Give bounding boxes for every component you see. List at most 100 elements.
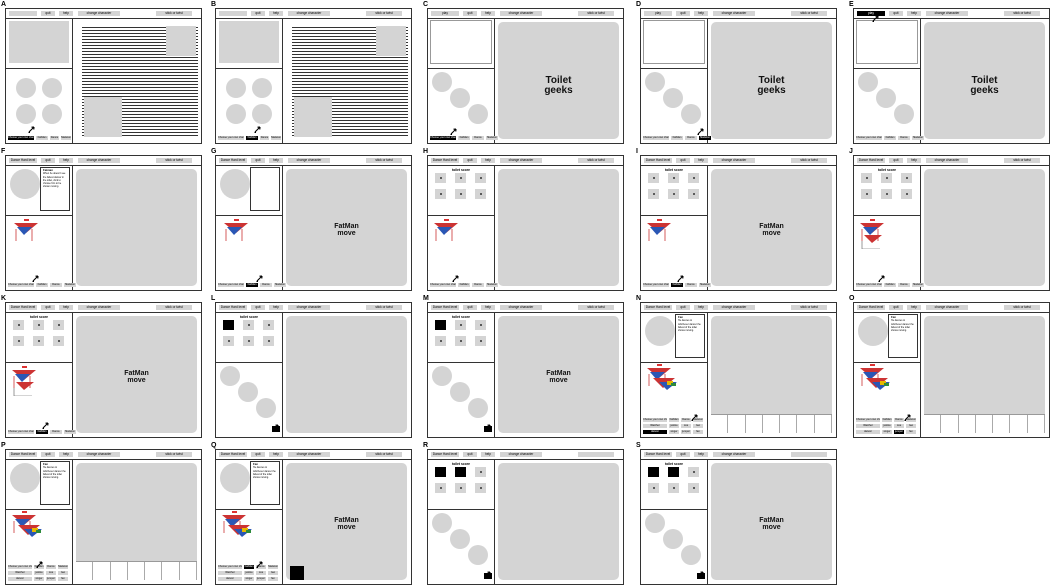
character-option-dance[interactable]: Dance [50, 430, 62, 434]
character-slot[interactable] [924, 415, 942, 433]
quit-button[interactable]: quit [41, 11, 55, 16]
character-option-skeleton[interactable]: Skeleton [486, 283, 498, 287]
change-character-button[interactable]: change character [500, 305, 542, 310]
character-option-choose-your-own-character[interactable]: Choose your own character [643, 283, 669, 287]
change-character-button[interactable]: change character [713, 11, 755, 16]
character-option-choose-your-own-character[interactable]: Choose your own character [8, 430, 34, 434]
stick-or-twist-button[interactable]: stick or twist [578, 158, 614, 163]
stick-or-twist-button[interactable]: stick or twist [366, 305, 402, 310]
character-slot[interactable] [76, 562, 94, 580]
character-option-skeleton[interactable]: Skeleton [61, 136, 71, 140]
character-option-dance[interactable]: Dance [50, 283, 62, 287]
character-option-skeleton[interactable]: Skeleton [912, 283, 924, 287]
character-option-jumper[interactable]: jumper [894, 430, 904, 434]
help-button[interactable]: help [269, 158, 283, 163]
character-slot[interactable] [180, 562, 197, 580]
change-character-button[interactable]: change character [500, 11, 542, 16]
character-slot[interactable] [797, 415, 815, 433]
character-option-dance[interactable]: Dance [472, 283, 484, 287]
stick-or-twist-button[interactable]: stick or twist [1004, 11, 1040, 16]
character-option-one[interactable]: one [256, 571, 266, 575]
character-option-watcher[interactable]: Watcher [218, 571, 242, 575]
character-option-one[interactable]: one [681, 424, 691, 428]
change-character-button[interactable]: change character [500, 158, 542, 163]
character-slot[interactable] [746, 415, 763, 433]
character-option-dance[interactable]: Dance [260, 136, 269, 140]
dance-hard-level-button[interactable]: Dance Hard level [857, 158, 885, 163]
help-button[interactable]: help [59, 452, 73, 457]
character-slot[interactable] [993, 415, 1011, 433]
help-button[interactable]: help [269, 11, 283, 16]
change-character-button[interactable]: change character [78, 11, 120, 16]
character-slot[interactable] [815, 415, 832, 433]
quit-button[interactable]: quit [676, 305, 690, 310]
quit-button[interactable]: quit [251, 452, 265, 457]
character-option-singer[interactable]: singer [882, 430, 892, 434]
character-slot[interactable] [711, 415, 729, 433]
stick-or-twist-button[interactable]: stick or twist [156, 305, 192, 310]
dance-hard-level-button[interactable]: Dance Hard level [9, 305, 37, 310]
change-character-button[interactable]: change character [926, 305, 968, 310]
character-option-dance[interactable]: Dance [685, 136, 697, 140]
help-button[interactable]: help [481, 452, 495, 457]
quit-button[interactable]: quit [251, 158, 265, 163]
character-slot[interactable] [976, 415, 994, 433]
character-option-fatman[interactable]: FatMan [36, 136, 48, 140]
character-option-skeleton[interactable]: Skeleton [271, 136, 281, 140]
character-option-choose-your-own-character[interactable]: Choose your own character [218, 565, 242, 569]
character-option-choose-your-own-character[interactable]: Choose your own character [218, 136, 244, 140]
quit-button[interactable]: quit [463, 452, 477, 457]
character-slot[interactable] [763, 415, 781, 433]
character-option-choose-your-own-character[interactable]: Choose your own character [430, 136, 456, 140]
character-option-choose-your-own-character[interactable]: Choose your own character [8, 565, 32, 569]
character-option-watcher[interactable]: Watcher [856, 424, 880, 428]
play-button[interactable]: play [431, 11, 459, 16]
change-character-button[interactable]: change character [926, 158, 968, 163]
dance-hard-level-button[interactable]: Dance Hard level [431, 158, 459, 163]
stick-or-twist-button[interactable]: stick or twist [156, 158, 192, 163]
character-option-fatman[interactable]: FatMan [669, 418, 679, 422]
character-option-dancer[interactable]: dancer [856, 430, 880, 434]
stick-or-twist-button[interactable]: stick or twist [791, 11, 827, 16]
dance-hard-level-button[interactable]: Dance Hard level [644, 452, 672, 457]
character-option-skeleton[interactable]: Skeleton [58, 565, 68, 569]
character-slot[interactable] [162, 562, 180, 580]
character-option-skeleton[interactable]: Skeleton [268, 565, 278, 569]
dance-hard-level-button[interactable]: Dance Hard level [857, 305, 885, 310]
character-option-watcher[interactable]: Watcher [8, 571, 32, 575]
help-button[interactable]: help [907, 305, 921, 310]
stick-or-twist-button[interactable]: stick or twist [156, 11, 192, 16]
stick-or-twist-button[interactable] [791, 452, 827, 457]
character-option-dance[interactable]: Dance [50, 136, 59, 140]
character-slot[interactable] [1010, 415, 1028, 433]
character-option-fan[interactable]: fan [268, 577, 278, 581]
character-option-watcher[interactable]: Watcher [643, 424, 667, 428]
character-option-two[interactable]: two [906, 424, 916, 428]
character-option-fan[interactable]: fan [693, 430, 703, 434]
character-option-skeleton[interactable]: Skeleton [912, 136, 924, 140]
character-slot[interactable] [780, 415, 798, 433]
quit-button[interactable]: quit [889, 158, 903, 163]
character-option-justice[interactable]: justice [882, 424, 892, 428]
character-slot[interactable] [93, 562, 111, 580]
dance-hard-level-button[interactable]: Dance Hard level [9, 452, 37, 457]
character-option-one[interactable]: one [46, 571, 56, 575]
character-option-choose-your-own-character[interactable]: Choose your own character [218, 283, 244, 287]
character-option-choose-your-own-character[interactable]: Choose your own character [8, 283, 34, 287]
character-option-fatman[interactable]: FatMan [671, 283, 683, 287]
change-character-button[interactable]: change character [288, 452, 330, 457]
quit-button[interactable]: quit [41, 158, 55, 163]
quit-button[interactable]: quit [676, 11, 690, 16]
play-button[interactable] [9, 11, 37, 16]
quit-button[interactable]: quit [889, 11, 903, 16]
stick-or-twist-button[interactable]: stick or twist [578, 305, 614, 310]
play-button[interactable] [219, 11, 247, 16]
character-option-singer[interactable]: singer [34, 577, 44, 581]
character-slot[interactable] [959, 415, 976, 433]
character-option-skeleton[interactable]: Skeleton [64, 430, 76, 434]
character-option-skeleton[interactable]: Skeleton [486, 136, 498, 140]
character-option-fatman[interactable]: FatMan [458, 283, 470, 287]
stick-or-twist-button[interactable]: stick or twist [1004, 158, 1040, 163]
help-button[interactable]: help [59, 305, 73, 310]
dance-hard-level-button[interactable]: Dance Hard level [9, 158, 37, 163]
